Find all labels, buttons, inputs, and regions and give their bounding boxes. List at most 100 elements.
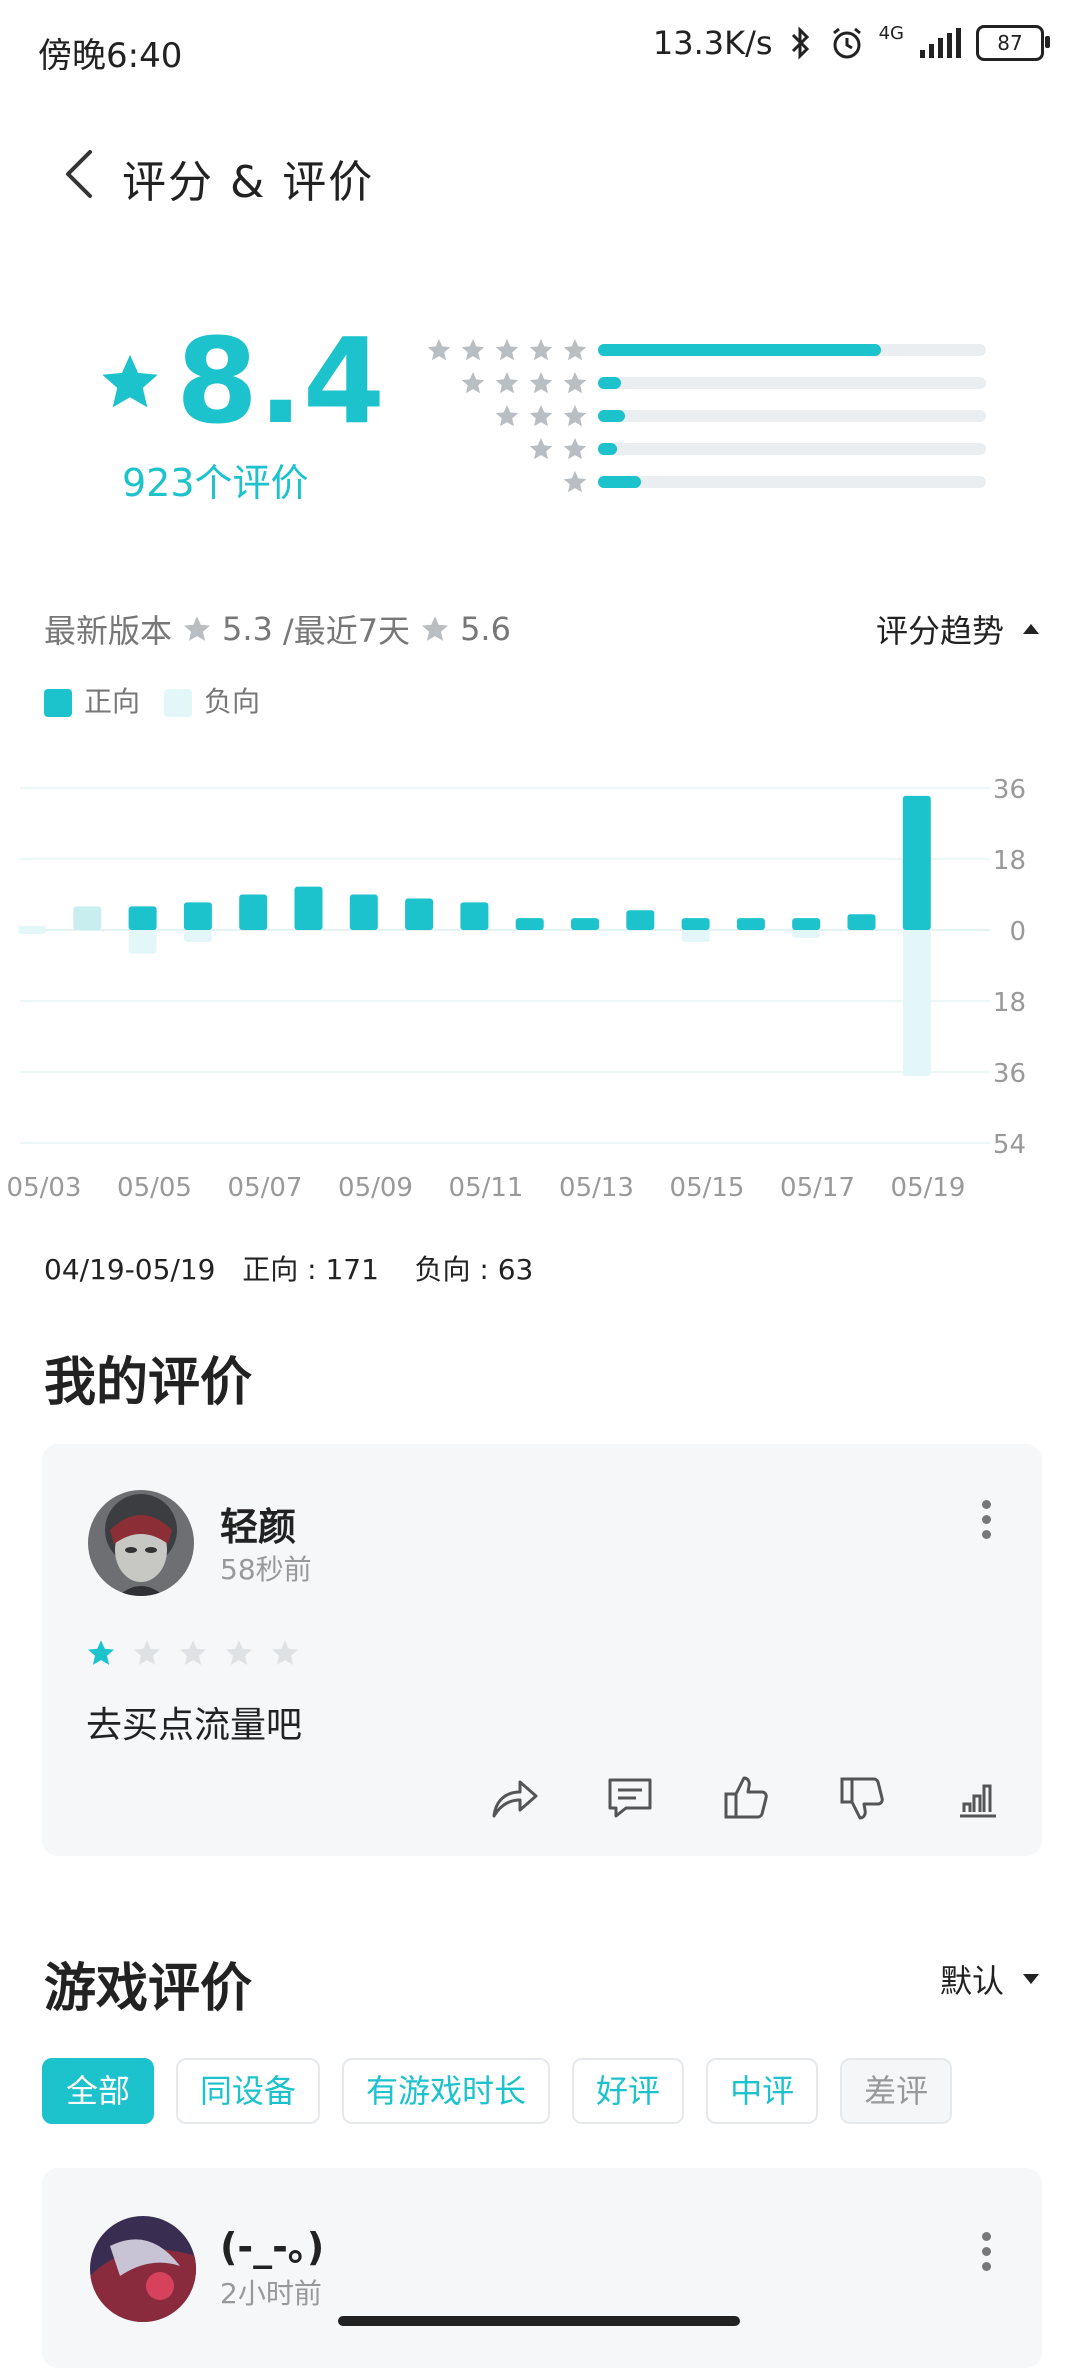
bluetooth-icon <box>791 26 809 60</box>
x-tick-label: 05/03 <box>7 1173 82 1203</box>
network-type: 4G <box>878 22 904 44</box>
sort-dropdown[interactable]: 默认 <box>940 1956 1040 2002</box>
filter-neutral[interactable]: 中评 <box>706 2058 819 2124</box>
star-icon <box>563 470 587 493</box>
bar-positive-05/02 <box>18 926 46 930</box>
distribution-row-5-star <box>392 338 986 362</box>
more-icon[interactable] <box>982 2226 992 2277</box>
sort-label: 默认 <box>939 1962 1004 2000</box>
trend-label: 评分趋势 <box>875 612 1004 650</box>
star-icon <box>461 338 485 361</box>
bar-positive-05/09 <box>405 898 434 930</box>
version-score-line: 最新版本 5.3 /最近7天 5.6 <box>44 606 511 652</box>
review-star-icon <box>88 1640 114 1665</box>
bar-positive-05/14 <box>681 918 710 930</box>
star-icon <box>529 371 553 394</box>
bar-positive-05/06 <box>239 894 268 930</box>
distribution-bar <box>598 476 986 488</box>
review-count: 923个评价 <box>122 461 309 505</box>
bar-negative-05/04 <box>128 930 157 954</box>
distribution-stars <box>392 370 588 396</box>
my-review-username: 轻颜 <box>220 1505 297 1549</box>
filter-positive[interactable]: 好评 <box>572 2058 685 2124</box>
distribution-stars <box>392 403 588 429</box>
bar-positive-05/07 <box>294 886 323 930</box>
summary-positive: 正向 : 171 <box>242 1253 379 1286</box>
bar-positive-05/18 <box>902 795 931 930</box>
net-speed: 13.3K/s <box>652 24 773 62</box>
latest-version-score: 5.3 <box>222 610 273 648</box>
star-icon <box>563 338 587 361</box>
distribution-row-2-star <box>392 437 986 461</box>
star-icon <box>563 404 587 427</box>
summary-range: 04/19-05/19 <box>44 1253 216 1286</box>
home-indicator[interactable] <box>338 2316 740 2326</box>
review-star-icon <box>272 1640 298 1665</box>
distribution-bar <box>598 377 986 389</box>
game-review-time: 2小时前 <box>220 2277 322 2310</box>
distribution-row-3-star <box>392 403 986 429</box>
bar-negative-05/16 <box>792 930 821 938</box>
stats-icon[interactable] <box>952 1772 1004 1824</box>
x-tick-label: 05/15 <box>670 1173 745 1203</box>
review-actions <box>488 1772 1004 1824</box>
x-tick-label: 05/13 <box>559 1173 634 1203</box>
bar-positive-05/15 <box>736 918 765 930</box>
y-tick-label: 18 <box>993 988 1026 1018</box>
x-tick-label: 05/07 <box>228 1173 303 1203</box>
more-icon[interactable] <box>982 1494 992 1545</box>
game-review-username: (-_-。) <box>220 2225 325 2269</box>
caret-up-icon <box>1023 624 1039 634</box>
back-icon[interactable] <box>52 144 112 204</box>
my-review-title: 我的评价 <box>44 1353 253 1413</box>
summary-negative: 负向 : 63 <box>414 1253 534 1286</box>
star-icon <box>529 404 553 427</box>
distribution-stars <box>392 469 588 495</box>
thumbs-down-icon[interactable] <box>836 1772 888 1824</box>
star-icon <box>563 437 587 460</box>
bar-positive-05/04 <box>128 906 157 930</box>
bar-positive-05/11 <box>515 918 544 930</box>
bar-negative-05/02 <box>18 930 46 934</box>
bar-positive-05/13 <box>626 910 655 930</box>
rating-trend-chart: 36 18 0 18 36 54 05/03 05/05 05/07 05/09 05/11 05/1… <box>7 775 1026 1203</box>
comment-icon[interactable] <box>604 1772 656 1824</box>
distribution-row-4-star <box>392 370 986 396</box>
filter-same-device[interactable]: 同设备 <box>176 2058 321 2124</box>
share-icon[interactable] <box>488 1772 540 1824</box>
chart-summary: 04/19-05/19 正向 : 171 负向 : 63 <box>44 1248 533 1288</box>
distribution-row-1-star <box>392 469 986 495</box>
star-icon <box>461 371 485 394</box>
bar-positive-05/10 <box>460 902 489 930</box>
my-review-stars <box>86 1638 300 1668</box>
trend-toggle[interactable]: 评分趋势 <box>876 606 1040 652</box>
x-tick-label: 05/09 <box>338 1173 413 1203</box>
bar-negative-05/14 <box>681 930 710 942</box>
x-tick-label: 05/11 <box>449 1173 524 1203</box>
x-tick-label: 05/17 <box>780 1173 855 1203</box>
avatar[interactable] <box>88 1490 194 1596</box>
bar-positive-05/17 <box>847 914 876 930</box>
bar-positive-05/05 <box>183 902 212 930</box>
bar-negative-05/18 <box>902 930 931 1076</box>
chart-legend: 正向 负向 <box>44 680 260 720</box>
filter-negative[interactable]: 差评 <box>840 2058 953 2124</box>
avatar[interactable] <box>90 2216 196 2322</box>
star-icon <box>422 616 449 641</box>
thumbs-up-icon[interactable] <box>720 1772 772 1824</box>
status-time: 傍晚6:40 <box>38 36 183 76</box>
my-review-text: 去买点流量吧 <box>86 1705 303 1746</box>
page-title: 评分 & 评价 <box>122 157 375 208</box>
filter-all[interactable]: 全部 <box>42 2058 155 2124</box>
review-star-icon <box>226 1640 252 1665</box>
filter-has-playtime[interactable]: 有游戏时长 <box>342 2058 551 2124</box>
legend-negative: 负向 <box>164 680 260 720</box>
bar-positive-05/12 <box>571 918 599 930</box>
y-tick-label: 18 <box>993 846 1026 876</box>
x-tick-label: 05/05 <box>117 1173 192 1203</box>
star-icon <box>529 338 553 361</box>
distribution-bar-fill <box>598 443 618 455</box>
overall-score: 8.4 <box>176 312 386 450</box>
game-review-card: (-_-。) 2小时前 <box>42 2168 1042 2368</box>
x-tick-label: 05/19 <box>891 1173 966 1203</box>
